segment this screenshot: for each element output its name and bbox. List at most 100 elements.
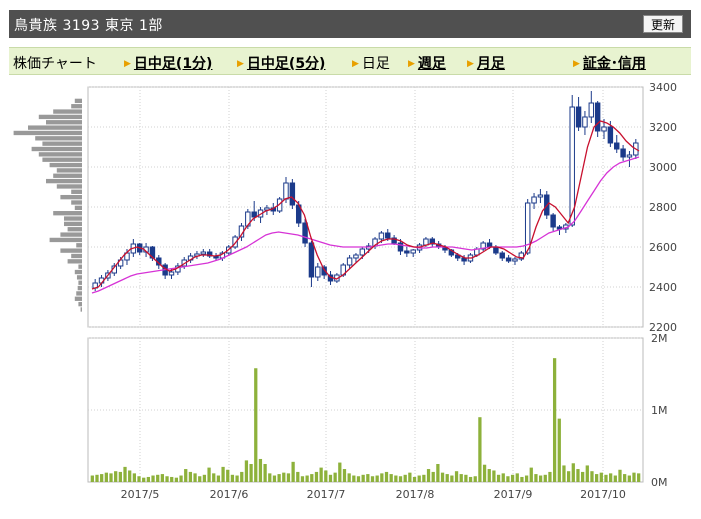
x-tick-label: 2017/8 [396, 488, 435, 501]
price-tick-label: 3200 [649, 121, 677, 134]
volume-profile-bar [46, 178, 82, 184]
volume-bar [324, 470, 328, 482]
volume-bar [459, 474, 463, 482]
volume-bar [623, 474, 627, 482]
volume-bar [342, 469, 347, 482]
volume-bar [566, 471, 571, 482]
volume-bar [515, 473, 519, 482]
candle-body [505, 257, 512, 262]
candle-body [614, 142, 620, 150]
volume-bar [104, 472, 108, 482]
price-tick-label: 2600 [649, 241, 677, 254]
volume-bar [412, 476, 417, 482]
candle-body [200, 251, 207, 255]
candle-body [302, 222, 308, 244]
candle-body [353, 254, 359, 259]
volume-bar [272, 475, 277, 482]
volume-bar [100, 474, 104, 482]
volume-profile-bar [76, 275, 82, 280]
volume-bar [123, 466, 127, 482]
volume-bar [543, 474, 547, 482]
volume-bar [95, 474, 99, 482]
volume-bar [454, 471, 459, 482]
volume-bar [394, 475, 398, 482]
volume-bar [436, 464, 440, 482]
volume-bar [263, 464, 267, 482]
volume-bar [235, 475, 239, 482]
candle-body [537, 194, 544, 198]
volume-bar [249, 464, 253, 482]
price-tick-label: 3400 [649, 81, 677, 94]
volume-bar [510, 474, 515, 482]
volume-tick-label: 1M [651, 404, 668, 417]
volume-bar [258, 458, 263, 482]
volume-profile-bar [38, 152, 82, 157]
x-tick-label: 2017/5 [121, 488, 160, 501]
volume-bar [637, 473, 641, 482]
volume-profile-bar [53, 211, 82, 216]
volume-bar [482, 464, 487, 482]
volume-profile-bar [64, 216, 82, 221]
volume-bar [221, 466, 225, 482]
volume-profile-bar [42, 141, 82, 146]
candle-body [499, 252, 505, 259]
candle-body [359, 248, 366, 256]
volume-bar [473, 476, 477, 482]
volume-bar [417, 475, 421, 482]
volume-bar [282, 472, 286, 482]
x-tick-label: 2017/6 [210, 488, 249, 501]
volume-profile-bar [49, 237, 82, 243]
volume-profile-bar [76, 291, 82, 296]
volume-bar [137, 476, 141, 482]
candle-body [283, 182, 289, 200]
volume-profile-bar [67, 259, 82, 264]
volume-profile-bar [38, 114, 82, 120]
volume-bar [254, 368, 258, 482]
volume-profile-bar [60, 232, 82, 237]
volume-profile-bar [53, 173, 82, 178]
volume-bar [328, 474, 333, 482]
volume-bar [408, 472, 412, 482]
volume-bar [291, 461, 295, 482]
volume-bar [156, 474, 160, 482]
volume-bar [506, 476, 510, 482]
volume-profile-bar [71, 200, 82, 205]
volume-profile-bar [46, 120, 82, 125]
volume-bar [165, 476, 169, 482]
volume-bar [548, 471, 552, 482]
volume-profile-bar [74, 296, 82, 301]
volume-bar [198, 476, 202, 482]
candle-body [607, 126, 614, 144]
volume-bar [212, 473, 216, 482]
volume-profile-bar [53, 109, 82, 114]
volume-bar [361, 474, 365, 482]
volume-bar [366, 474, 370, 482]
candle-body [289, 182, 296, 206]
volume-profile-bar [31, 146, 83, 152]
candle-body [346, 257, 353, 266]
volume-bar [277, 474, 281, 482]
candle-body [512, 258, 518, 262]
candle-body [601, 126, 607, 132]
volume-bar [380, 473, 384, 482]
volume-profile-bar [76, 243, 82, 248]
volume-bar [216, 475, 221, 482]
volume-bar [496, 474, 501, 482]
candle-body [550, 214, 556, 228]
volume-profile-bar [13, 130, 83, 136]
volume-bar [310, 474, 314, 482]
candle-body [404, 250, 410, 254]
volume-bar [109, 473, 113, 482]
volume-profile-bar [60, 194, 82, 200]
volume-profile-bar [35, 136, 82, 141]
volume-profile-bar [77, 285, 82, 291]
volume-bar [595, 474, 599, 482]
volume-bar [300, 476, 305, 482]
volume-bar [604, 474, 608, 482]
volume-bar [576, 469, 580, 482]
volume-bar [118, 471, 122, 482]
candle-body [385, 232, 391, 239]
volume-bar [370, 476, 375, 482]
volume-bar [492, 470, 496, 482]
volume-bar [179, 475, 183, 482]
